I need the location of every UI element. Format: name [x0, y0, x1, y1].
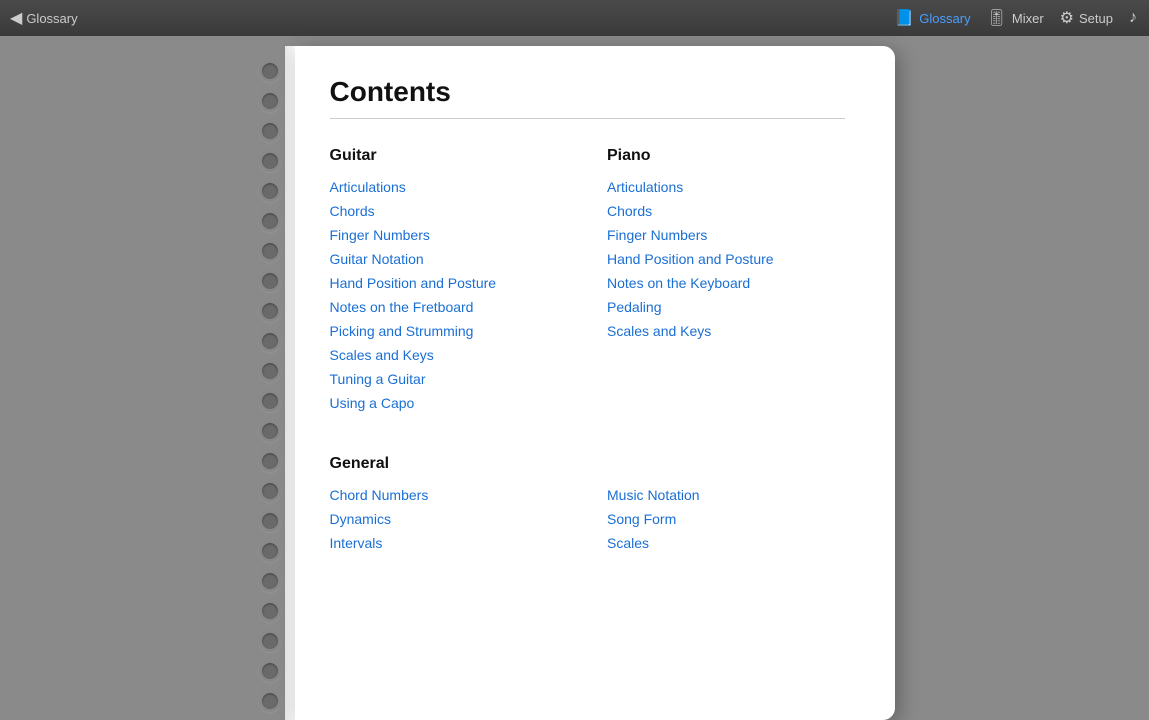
glossary-icon: 📘 — [894, 8, 914, 28]
spiral-ring — [259, 180, 281, 202]
guitar-link-capo[interactable]: Using a Capo — [330, 395, 568, 411]
nav-mixer[interactable]: 🎚 Mixer — [987, 8, 1044, 28]
spiral-ring — [259, 90, 281, 112]
piano-links: Articulations Chords Finger Numbers Hand… — [607, 179, 845, 339]
piano-link-pedaling[interactable]: Pedaling — [607, 299, 845, 315]
general-link-dynamics[interactable]: Dynamics — [330, 511, 568, 527]
spiral-ring — [259, 510, 281, 532]
nav-music[interactable]: ♪ — [1129, 9, 1137, 27]
book-page: Contents Guitar Articulations Chords Fin… — [295, 46, 895, 720]
spiral-ring — [259, 150, 281, 172]
spiral-ring — [259, 570, 281, 592]
piano-link-chords[interactable]: Chords — [607, 203, 845, 219]
general-columns: Chord Numbers Dynamics Intervals Music N… — [330, 487, 845, 575]
general-link-song-form[interactable]: Song Form — [607, 511, 845, 527]
spiral-ring — [259, 540, 281, 562]
general-header: General — [330, 455, 845, 473]
spiral-ring — [259, 210, 281, 232]
back-arrow-icon: ◀ — [10, 8, 22, 28]
spiral-ring — [259, 240, 281, 262]
spiral-ring — [259, 120, 281, 142]
back-button[interactable]: ◀ Glossary — [10, 8, 78, 28]
spiral-ring — [259, 330, 281, 352]
spiral-ring — [259, 660, 281, 682]
spiral-ring — [259, 270, 281, 292]
guitar-column: Guitar Articulations Chords Finger Numbe… — [330, 147, 568, 435]
topbar-right: 📘 Glossary 🎚 Mixer ⚙ Setup ♪ — [894, 0, 1137, 36]
spiral-binding — [255, 46, 285, 720]
guitar-link-tuning[interactable]: Tuning a Guitar — [330, 371, 568, 387]
general-link-chord-numbers[interactable]: Chord Numbers — [330, 487, 568, 503]
guitar-link-notes-fretboard[interactable]: Notes on the Fretboard — [330, 299, 568, 315]
spiral-ring — [259, 360, 281, 382]
guitar-link-articulations[interactable]: Articulations — [330, 179, 568, 195]
back-label: Glossary — [26, 11, 77, 26]
guitar-link-finger-numbers[interactable]: Finger Numbers — [330, 227, 568, 243]
title-divider — [330, 118, 845, 119]
page-left-edge — [285, 46, 295, 720]
nav-setup[interactable]: ⚙ Setup — [1060, 8, 1113, 28]
setup-icon: ⚙ — [1060, 8, 1074, 28]
general-links-right: Music Notation Song Form Scales — [607, 487, 845, 551]
spiral-ring — [259, 630, 281, 652]
notebook: Contents Guitar Articulations Chords Fin… — [255, 46, 895, 720]
piano-link-notes-keyboard[interactable]: Notes on the Keyboard — [607, 275, 845, 291]
piano-link-articulations[interactable]: Articulations — [607, 179, 845, 195]
general-link-scales[interactable]: Scales — [607, 535, 845, 551]
general-column-right: Music Notation Song Form Scales — [607, 487, 845, 575]
spiral-ring — [259, 420, 281, 442]
page-title: Contents — [330, 76, 845, 108]
spiral-ring — [259, 480, 281, 502]
guitar-link-hand-position[interactable]: Hand Position and Posture — [330, 275, 568, 291]
general-link-intervals[interactable]: Intervals — [330, 535, 568, 551]
spiral-ring — [259, 600, 281, 622]
piano-link-hand-position[interactable]: Hand Position and Posture — [607, 251, 845, 267]
guitar-link-chords[interactable]: Chords — [330, 203, 568, 219]
guitar-header: Guitar — [330, 147, 568, 165]
guitar-link-picking[interactable]: Picking and Strumming — [330, 323, 568, 339]
general-section: General Chord Numbers Dynamics Intervals… — [330, 455, 845, 575]
spiral-ring — [259, 300, 281, 322]
spiral-ring — [259, 390, 281, 412]
general-link-music-notation[interactable]: Music Notation — [607, 487, 845, 503]
topbar: ◀ Glossary 📘 Glossary 🎚 Mixer ⚙ Setup ♪ — [0, 0, 1149, 36]
glossary-label: Glossary — [919, 11, 970, 26]
music-icon: ♪ — [1129, 9, 1137, 27]
nav-glossary[interactable]: 📘 Glossary — [894, 8, 970, 28]
piano-link-finger-numbers[interactable]: Finger Numbers — [607, 227, 845, 243]
piano-header: Piano — [607, 147, 845, 165]
spiral-ring — [259, 60, 281, 82]
general-links-left: Chord Numbers Dynamics Intervals — [330, 487, 568, 551]
setup-label: Setup — [1079, 11, 1113, 26]
guitar-link-guitar-notation[interactable]: Guitar Notation — [330, 251, 568, 267]
mixer-icon: 🎚 — [987, 8, 1007, 28]
general-column-left: Chord Numbers Dynamics Intervals — [330, 487, 568, 575]
spiral-ring — [259, 450, 281, 472]
spiral-ring — [259, 690, 281, 712]
piano-column: Piano Articulations Chords Finger Number… — [607, 147, 845, 435]
main-columns: Guitar Articulations Chords Finger Numbe… — [330, 147, 845, 435]
piano-link-scales[interactable]: Scales and Keys — [607, 323, 845, 339]
mixer-label: Mixer — [1012, 11, 1044, 26]
main-area: Contents Guitar Articulations Chords Fin… — [0, 36, 1149, 718]
guitar-link-scales[interactable]: Scales and Keys — [330, 347, 568, 363]
guitar-links: Articulations Chords Finger Numbers Guit… — [330, 179, 568, 411]
